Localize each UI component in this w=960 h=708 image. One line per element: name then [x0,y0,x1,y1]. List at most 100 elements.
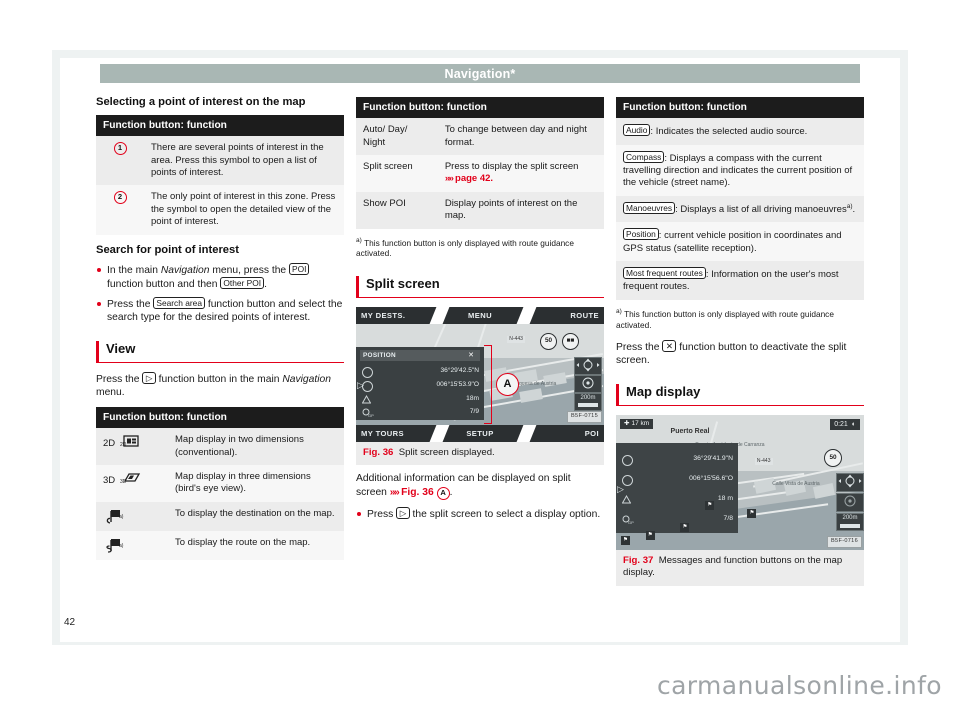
bullet-main-nav-poi: In the main Navigation menu, press the P… [96,262,344,292]
position-key: Position [623,228,659,241]
satellites-value: 7/9 [469,407,479,415]
callout-bracket [484,344,492,424]
target-control-icon[interactable] [574,374,602,393]
map-3d-icon: 3D 3D [96,465,168,502]
map-scale[interactable]: 200m [836,512,864,531]
text-fragment: Press to display the split screen [444,161,579,173]
text-fragment: : Displays a list of all driving manoeuv… [675,203,847,215]
section-view-wrap: View [96,340,344,363]
desc-auto-day-night: To change between day and night format. [437,118,604,156]
text-fragment: menu, press the [209,264,290,276]
figure-36-caption-text: Split screen displayed. [398,446,495,458]
pan-control-icon[interactable] [836,472,864,492]
svg-text:GPS: GPS [368,413,374,417]
map-3d-desc: Map display in three dimensions (bird's … [168,465,344,502]
altitude-value: 18 m [717,494,733,502]
nav-tabs-bottom[interactable]: MY TOURS SETUP POI [356,424,604,442]
clock-badge: 0:21 ◐ [830,418,860,430]
text-fragment: function button in the main [155,373,283,385]
figure-reference[interactable]: Fig. 36 [398,487,436,498]
map-scale-value: 200m [842,514,858,521]
page-number: 42 [64,617,76,628]
table-row: 2D 2D Map display in two dimensions (con… [96,428,344,466]
bullet-search-area: Press the Search area function button an… [96,296,344,325]
figure-37-caption-text: Messages and function buttons on the map… [623,554,843,579]
text-fragment: . [852,203,856,215]
row-manoeuvres: Manoeuvres: Displays a list of all drivi… [616,195,864,223]
map-scale[interactable]: 200m [574,392,602,411]
zoom-level-tag: ✚ 17 km [620,418,654,430]
cross-ref-page[interactable]: page 42. [452,173,493,184]
destination-flag-icon: a) [96,501,168,532]
table-view-options: Function button: function 2D 2D Map disp… [96,406,344,561]
svg-text:2D: 2D [120,442,127,448]
pan-control-icon[interactable] [574,356,602,375]
poi-marker-1: 1 [96,136,144,186]
figure-37-caption: Fig. 37 Messages and function buttons on… [616,549,864,586]
map-label-calle: Calle Vista de Austria [772,480,820,487]
heading-selecting-poi: Selecting a point of interest on the map [96,96,306,108]
table-view-options-continued: Function button: function Auto/ Day/ Nig… [356,97,604,229]
tab-my-tours[interactable]: MY TOURS [361,429,404,439]
longitude-value: 006°15'56.6"O [689,474,733,482]
poi-desc-2: The only point of interest in this zone.… [144,185,344,235]
route-flag-icon: a) [96,531,168,561]
speed-limit-badge: 50 [540,332,557,350]
latitude-value: 36°29'41.9"N [693,454,733,462]
text-fragment: function button and then [107,279,221,291]
text-fragment: : Indicates the selected audio source. [650,126,808,138]
nav-tabs-top[interactable]: MY DESTS. MENU ROUTE [356,306,604,324]
expand-arrow-icon[interactable]: ▷ [617,484,624,494]
site-watermark: carmanualsonline.info [656,671,942,700]
figure-36-number: Fig. 36 [363,446,394,458]
table-row: 3D 3D Map display in three dimensions (b… [96,465,344,502]
key-label: 2D [103,438,116,450]
figure-36-image: Avenida de Puerto Realdo Calle Duquesa d… [356,306,604,442]
table-row: a) To display the destination on the map… [96,501,344,532]
expand-arrow-icon[interactable]: ▷ [357,380,364,390]
paragraph-view-intro: Press the ▷ function button in the main … [96,371,344,400]
text-fragment: menu. [96,387,125,399]
column-3: Function button: function Audio: Indicat… [616,95,864,593]
figure-36: Avenida de Puerto Realdo Calle Duquesa d… [356,306,604,466]
cross-ref-chevron-icon: »» [389,486,400,498]
text-fragment: Press [367,508,397,520]
section-heading-split-screen: Split screen [356,275,604,298]
text-fragment: . [264,279,267,291]
table-header: Function button: function [356,97,604,119]
destination-desc: To display the destination on the map. [168,501,344,532]
running-head: Navigation* [100,64,860,83]
tab-my-dests[interactable]: MY DESTS. [361,311,405,321]
tab-menu[interactable]: MENU [468,311,492,321]
table-row: Manoeuvres: Displays a list of all drivi… [616,195,864,223]
figure-37-number: Fig. 37 [623,554,654,566]
poi-marker-2: 2 [96,185,144,235]
table-header: Function button: function [616,97,864,119]
position-panel-title: POSITION [360,349,480,361]
tab-setup[interactable]: SETUP [466,429,493,439]
callout-label-a: A [496,372,519,396]
split-screen-arrow-icon: ▷ [142,371,156,384]
longitude-value: 006°15'53.9"O [436,380,479,388]
paragraph-split-screen-info: Additional information can be displayed … [356,472,604,500]
position-overlay: 36°29'41.9"N 006°15'56.6"O 18 m GPS 7/8 [616,442,738,533]
row-position: Position: current vehicle position in co… [616,222,864,261]
tab-route[interactable]: ROUTE [570,311,599,321]
table-row: Compass: Displays a compass with the cur… [616,144,864,196]
footnote-marker: a) [356,236,362,244]
map-scale-value: 200m [580,394,596,401]
tab-poi[interactable]: POI [585,429,599,439]
close-icon[interactable]: ✕ [463,350,479,360]
target-control-icon[interactable] [836,492,864,512]
key-auto-day-night: Auto/ Day/ Night [356,118,438,156]
text-fragment: . [449,486,453,498]
menu-name: Navigation [282,373,331,385]
heading-search-poi: Search for point of interest [96,243,239,256]
key-label: 3D [103,475,116,487]
text-fragment: Press the [107,298,154,310]
section-heading-map-display: Map display [616,383,864,406]
table-row: 1 There are several points of interest i… [96,136,344,186]
poi-desc-1: There are several points of interest in … [144,136,344,186]
figure-37-image: Puerto Real Puente José León de Carranza… [616,414,864,550]
key-show-poi: Show POI [356,191,438,229]
